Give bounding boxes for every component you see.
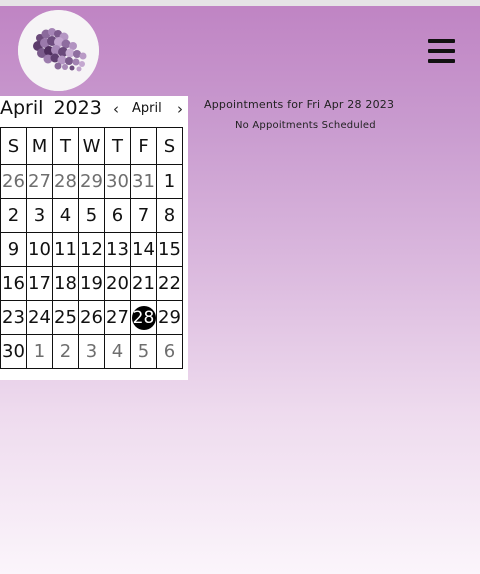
weekday-label: S [156, 127, 183, 165]
appointments-empty-message: No Appoitments Scheduled [235, 120, 376, 131]
calendar-day[interactable]: 2 [0, 198, 27, 233]
weekday-label: S [0, 127, 27, 165]
weekday-label: W [78, 127, 105, 165]
calendar-grid: S M T W T F S 26 27 28 29 30 31 1 2 3 4 5 6 7 8 9 10 11 1… [0, 127, 183, 369]
weekday-header-row: S M T W T F S [0, 127, 183, 165]
calendar-day[interactable]: 14 [130, 232, 157, 267]
calendar-day[interactable]: 17 [26, 266, 53, 301]
calendar-day[interactable]: 29 [78, 164, 105, 199]
calendar-day[interactable]: 5 [78, 198, 105, 233]
calendar-day[interactable]: 31 [130, 164, 157, 199]
calendar-day[interactable]: 23 [0, 300, 27, 335]
calendar-day-selected[interactable]: 28 [130, 300, 157, 335]
calendar-day[interactable]: 30 [0, 334, 27, 369]
calendar-week-row: 16 17 18 19 20 21 22 [0, 266, 183, 301]
calendar-day[interactable]: 26 [0, 164, 27, 199]
calendar-week-row: 30 1 2 3 4 5 6 [0, 334, 183, 369]
calendar-day[interactable]: 10 [26, 232, 53, 267]
calendar-day[interactable]: 9 [0, 232, 27, 267]
lilac-flower-icon [18, 10, 99, 91]
calendar-day[interactable]: 5 [130, 334, 157, 369]
calendar-day[interactable]: 26 [78, 300, 105, 335]
calendar-day[interactable]: 8 [156, 198, 183, 233]
calendar-day[interactable]: 27 [104, 300, 131, 335]
calendar-day[interactable]: 28 [52, 164, 79, 199]
weekday-label: F [130, 127, 157, 165]
calendar-week-row: 2345678 [0, 198, 183, 233]
calendar-month-label: April [0, 97, 44, 119]
calendar-day[interactable]: 20 [104, 266, 131, 301]
calendar-day[interactable]: 7 [130, 198, 157, 233]
calendar-day[interactable]: 11 [52, 232, 79, 267]
calendar-day[interactable]: 15 [156, 232, 183, 267]
weekday-label: M [26, 127, 53, 165]
calendar-day[interactable]: 18 [52, 266, 79, 301]
calendar-day[interactable]: 13 [104, 232, 131, 267]
calendar-day[interactable]: 25 [52, 300, 79, 335]
calendar-day[interactable]: 4 [52, 198, 79, 233]
calendar-day[interactable]: 2 [52, 334, 79, 369]
month-select[interactable]: April [132, 100, 162, 118]
calendar-day[interactable]: 6 [104, 198, 131, 233]
calendar-year-label: 2023 [53, 97, 102, 119]
calendar-day[interactable]: 3 [78, 334, 105, 369]
calendar-day[interactable]: 4 [104, 334, 131, 369]
calendar-week-row: 26 27 28 29 30 31 1 [0, 164, 183, 199]
calendar-day[interactable]: 19 [78, 266, 105, 301]
hamburger-menu-icon[interactable] [428, 39, 455, 63]
calendar-title: April 2023 [0, 96, 102, 121]
previous-month-chevron-icon[interactable]: ‹ [113, 99, 119, 119]
calendar-day[interactable]: 1 [156, 164, 183, 199]
logo[interactable] [18, 10, 99, 91]
top-border [0, 0, 480, 6]
today-marker: 28 [131, 305, 156, 330]
calendar-day[interactable]: 27 [26, 164, 53, 199]
calendar-day[interactable]: 29 [156, 300, 183, 335]
calendar-day[interactable]: 30 [104, 164, 131, 199]
calendar-day[interactable]: 24 [26, 300, 53, 335]
calendar-day[interactable]: 21 [130, 266, 157, 301]
calendar-week-row: 23 24 25 26 27 28 29 [0, 300, 183, 335]
weekday-label: T [52, 127, 79, 165]
next-month-chevron-icon[interactable]: › [177, 99, 183, 119]
calendar-day[interactable]: 16 [0, 266, 27, 301]
calendar-day[interactable]: 6 [156, 334, 183, 369]
calendar-day[interactable]: 3 [26, 198, 53, 233]
calendar-week-row: 9 10 11 12 13 14 15 [0, 232, 183, 267]
calendar-day[interactable]: 1 [26, 334, 53, 369]
calendar-header: April 2023 ‹ April › [0, 96, 188, 123]
calendar-day[interactable]: 22 [156, 266, 183, 301]
appointments-title: Appointments for Fri Apr 28 2023 [204, 98, 395, 111]
weekday-label: T [104, 127, 131, 165]
calendar-day[interactable]: 12 [78, 232, 105, 267]
